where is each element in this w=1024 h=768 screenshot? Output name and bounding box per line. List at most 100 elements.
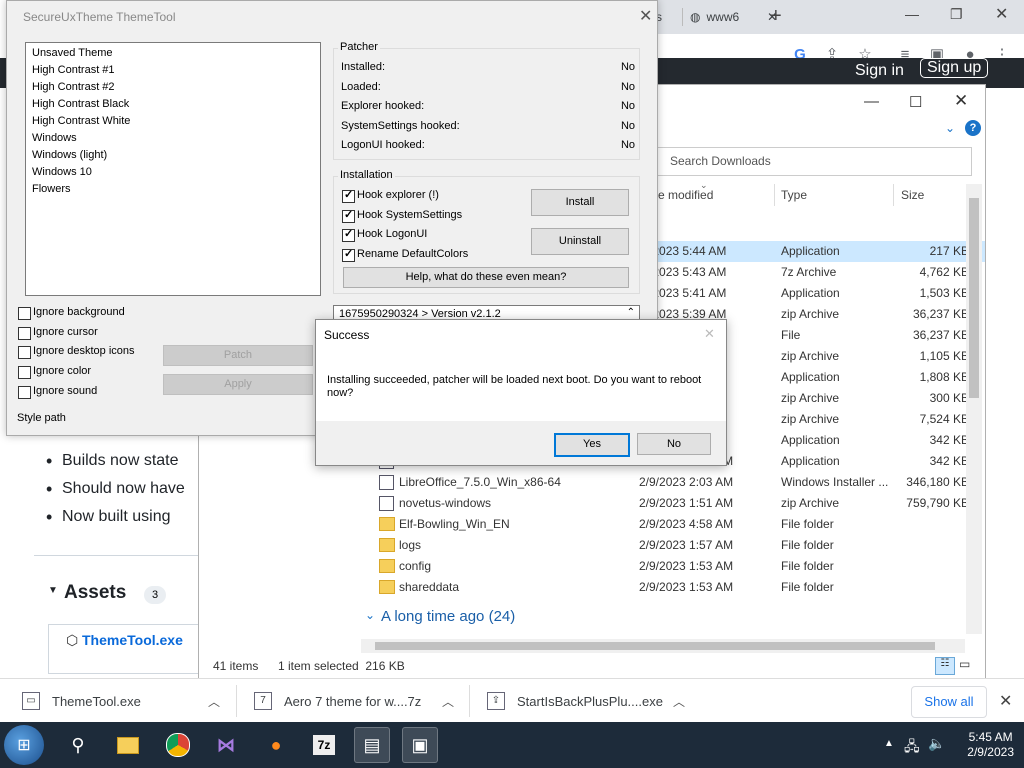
option-label[interactable]: Ignore sound bbox=[33, 385, 97, 397]
file-row[interactable]: logs 2/9/2023 1:57 AM File folder bbox=[199, 535, 985, 556]
no-button[interactable]: No bbox=[637, 433, 711, 455]
sign-up-button[interactable]: Sign up bbox=[920, 58, 989, 78]
asset-link[interactable]: ThemeTool.exe bbox=[82, 632, 183, 648]
restore-icon[interactable]: ❐ bbox=[950, 6, 963, 23]
chevron-up-icon[interactable]: ︿ bbox=[673, 693, 685, 710]
dialog-title: Success bbox=[324, 328, 370, 342]
caret-down-icon[interactable]: ▼ bbox=[48, 585, 58, 596]
style-path-label: Style path bbox=[17, 412, 66, 424]
7zip-icon[interactable]: 7z bbox=[306, 727, 342, 763]
apply-button[interactable]: Apply bbox=[163, 374, 313, 395]
scrollbar-thumb[interactable] bbox=[969, 198, 979, 398]
chevron-up-icon[interactable]: ▲ bbox=[884, 738, 894, 749]
sign-in-link[interactable]: Sign in bbox=[855, 62, 904, 80]
theme-list-item[interactable]: High Contrast White bbox=[32, 115, 130, 127]
option-label[interactable]: Ignore background bbox=[33, 306, 125, 318]
help-icon[interactable]: ? bbox=[965, 120, 981, 136]
download-item[interactable]: ▭ ThemeTool.exe ︿ bbox=[22, 679, 220, 723]
hook-label[interactable]: Rename DefaultColors bbox=[357, 248, 468, 260]
hook-checkbox[interactable] bbox=[342, 227, 355, 242]
file-row[interactable]: shareddata 2/9/2023 1:53 AM File folder bbox=[199, 577, 985, 598]
chevron-up-icon[interactable]: ︿ bbox=[208, 693, 220, 710]
status-bar: 41 items 1 item selected 216 KB ☷ ▭ bbox=[198, 656, 984, 678]
minimize-icon[interactable]: — bbox=[864, 93, 879, 110]
option-checkbox[interactable] bbox=[18, 326, 31, 340]
column-header-date[interactable]: e modified bbox=[658, 188, 713, 202]
show-all-button[interactable]: Show all bbox=[911, 686, 987, 718]
option-label[interactable]: Ignore color bbox=[33, 365, 91, 377]
minimize-icon[interactable]: — bbox=[905, 6, 919, 22]
app-window-task-icon[interactable]: ▣ bbox=[402, 727, 438, 763]
file-row[interactable]: config 2/9/2023 1:53 AM File folder bbox=[199, 556, 985, 577]
file-row[interactable]: Elf-Bowling_Win_EN 2/9/2023 4:58 AM File f… bbox=[199, 514, 985, 535]
option-checkbox[interactable] bbox=[18, 307, 31, 320]
details-view-icon[interactable]: ☷ bbox=[935, 657, 955, 675]
download-item[interactable]: 7 Aero 7 theme for w....7z ︿ bbox=[254, 679, 454, 723]
chevron-up-icon[interactable]: ⌃ bbox=[627, 307, 635, 318]
tiles-view-icon[interactable]: ▭ bbox=[959, 657, 970, 671]
maximize-icon[interactable]: ☐ bbox=[909, 93, 922, 111]
theme-list-item[interactable]: High Contrast #2 bbox=[32, 81, 115, 93]
firefox-icon[interactable]: ● bbox=[258, 727, 294, 763]
theme-list-item[interactable]: High Contrast Black bbox=[32, 98, 129, 110]
close-icon[interactable]: ✕ bbox=[639, 6, 652, 26]
hook-checkbox[interactable] bbox=[342, 247, 355, 262]
network-icon[interactable]: 🖧 bbox=[904, 736, 920, 760]
install-button[interactable]: Install bbox=[531, 189, 629, 216]
theme-list-item[interactable]: Windows bbox=[32, 132, 77, 144]
themetool-task-icon[interactable]: ▤ bbox=[354, 727, 390, 763]
theme-list-item[interactable]: Windows (light) bbox=[32, 149, 107, 161]
chevron-down-icon[interactable]: ⌄ bbox=[945, 121, 955, 135]
option-label[interactable]: Ignore desktop icons bbox=[33, 345, 135, 357]
hook-label[interactable]: Hook SystemSettings bbox=[357, 209, 462, 221]
browser-tab[interactable]: ◍ www6 ✕ bbox=[690, 4, 777, 30]
group-header[interactable]: A long time ago (24) bbox=[381, 608, 515, 625]
hook-label[interactable]: Hook LogonUI bbox=[357, 228, 427, 240]
theme-list-item[interactable]: Windows 10 bbox=[32, 166, 92, 178]
help-button[interactable]: Help, what do these even mean? bbox=[343, 267, 629, 288]
yes-button[interactable]: Yes bbox=[554, 433, 630, 457]
column-header-type[interactable]: Type bbox=[781, 188, 807, 202]
assets-heading[interactable]: Assets bbox=[64, 582, 126, 604]
option-checkbox[interactable] bbox=[18, 346, 31, 360]
chrome-icon[interactable] bbox=[160, 727, 196, 763]
horizontal-scrollbar[interactable] bbox=[361, 639, 965, 653]
hook-checkbox[interactable] bbox=[342, 208, 355, 223]
uninstall-button[interactable]: Uninstall bbox=[531, 228, 629, 255]
chevron-up-icon[interactable]: ︿ bbox=[442, 693, 454, 710]
close-icon[interactable]: ✕ bbox=[954, 91, 968, 111]
download-item[interactable]: ⇪ StartIsBackPlusPlu....exe ︿ bbox=[487, 679, 685, 723]
theme-list-item[interactable]: Unsaved Theme bbox=[32, 47, 113, 59]
file-row[interactable]: novetus-windows 2/9/2023 1:51 AM zip Archi… bbox=[199, 493, 985, 514]
theme-list-item[interactable]: High Contrast #1 bbox=[32, 64, 115, 76]
file-row[interactable]: LibreOffice_7.5.0_Win_x86-64 2/9/2023 2:0… bbox=[199, 472, 985, 493]
option-checkbox[interactable] bbox=[18, 385, 31, 399]
scrollbar-thumb[interactable] bbox=[375, 642, 935, 650]
close-icon[interactable]: ✕ bbox=[704, 326, 715, 342]
file-name: logs bbox=[399, 538, 422, 552]
theme-list-item[interactable]: Flowers bbox=[32, 183, 71, 195]
hook-label[interactable]: Hook explorer (!) bbox=[357, 189, 439, 201]
file-explorer-icon[interactable] bbox=[110, 727, 146, 763]
column-divider[interactable] bbox=[774, 184, 775, 206]
hook-checkbox[interactable] bbox=[342, 188, 355, 203]
patch-button[interactable]: Patch bbox=[163, 345, 313, 366]
volume-icon[interactable]: 🔈 bbox=[928, 735, 945, 752]
theme-list[interactable]: Unsaved Theme High Contrast #1 High Contra… bbox=[25, 42, 321, 296]
option-label[interactable]: Ignore cursor bbox=[33, 326, 98, 338]
option-checkbox[interactable] bbox=[18, 366, 31, 380]
vertical-scrollbar[interactable] bbox=[966, 184, 982, 634]
7z-file-icon: 7 bbox=[254, 692, 272, 710]
column-header-size[interactable]: Size bbox=[901, 188, 924, 202]
close-icon[interactable]: ✕ bbox=[999, 691, 1012, 711]
visual-studio-icon[interactable]: ⋈ bbox=[208, 727, 244, 763]
clock[interactable]: 5:45 AM 2/9/2023 bbox=[967, 730, 1014, 760]
dialog-message: Installing succeeded, patcher will be lo… bbox=[327, 374, 702, 399]
close-icon[interactable]: ✕ bbox=[995, 4, 1008, 24]
column-divider[interactable] bbox=[893, 184, 894, 206]
start-button[interactable]: ⊞ bbox=[4, 725, 44, 765]
search-input[interactable]: Search Downloads bbox=[655, 147, 972, 176]
new-tab-button[interactable]: + bbox=[770, 5, 782, 28]
search-icon[interactable]: ⚲ bbox=[60, 727, 96, 763]
chevron-down-icon[interactable]: ⌄ bbox=[365, 608, 375, 622]
